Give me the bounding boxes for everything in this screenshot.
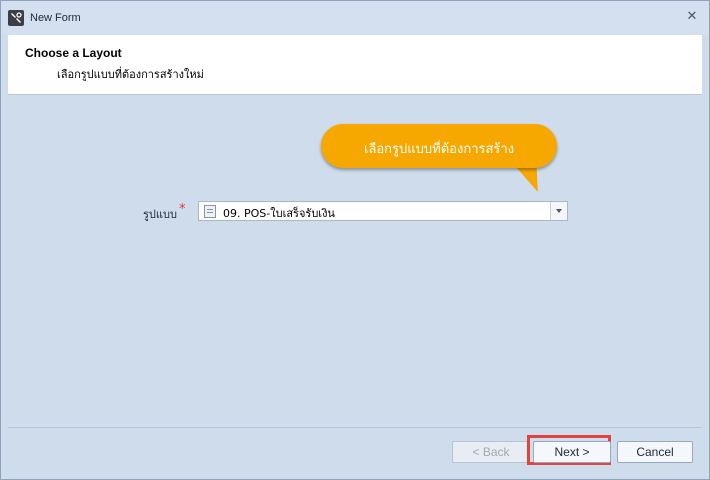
layout-document-icon	[204, 205, 216, 218]
title-bar[interactable]: New Form ✕	[1, 1, 709, 35]
layout-dropdown-value: 09. POS-ใบเสร็จรับเงิน	[223, 207, 335, 220]
required-marker: *	[179, 202, 186, 217]
cancel-button[interactable]: Cancel	[617, 441, 693, 463]
close-icon[interactable]: ✕	[685, 10, 699, 24]
window-title: New Form	[30, 12, 81, 24]
hint-tooltip: เลือกรูปแบบที่ต้องการสร้าง	[321, 124, 557, 168]
chevron-down-icon[interactable]	[550, 202, 567, 220]
wizard-footer: < Back Next > Cancel	[8, 427, 702, 474]
page-title: Choose a Layout	[25, 46, 122, 60]
next-button[interactable]: Next >	[533, 441, 611, 463]
new-form-dialog: New Form ✕ Choose a Layout เลือกรูปแบบที…	[0, 0, 710, 480]
wrench-app-icon	[8, 10, 24, 26]
tooltip-text: เลือกรูปแบบที่ต้องการสร้าง	[363, 142, 515, 157]
layout-dropdown[interactable]: 09. POS-ใบเสร็จรับเงิน	[198, 201, 568, 221]
wizard-header: Choose a Layout เลือกรูปแบบที่ต้องการสร้…	[8, 35, 702, 95]
back-button[interactable]: < Back	[452, 441, 530, 463]
page-subtitle: เลือกรูปแบบที่ต้องการสร้างใหม่	[57, 69, 204, 81]
wizard-content: เลือกรูปแบบที่ต้องการสร้าง รูปแบบ * 09. …	[8, 96, 702, 426]
layout-label: รูปแบบ	[143, 208, 177, 221]
